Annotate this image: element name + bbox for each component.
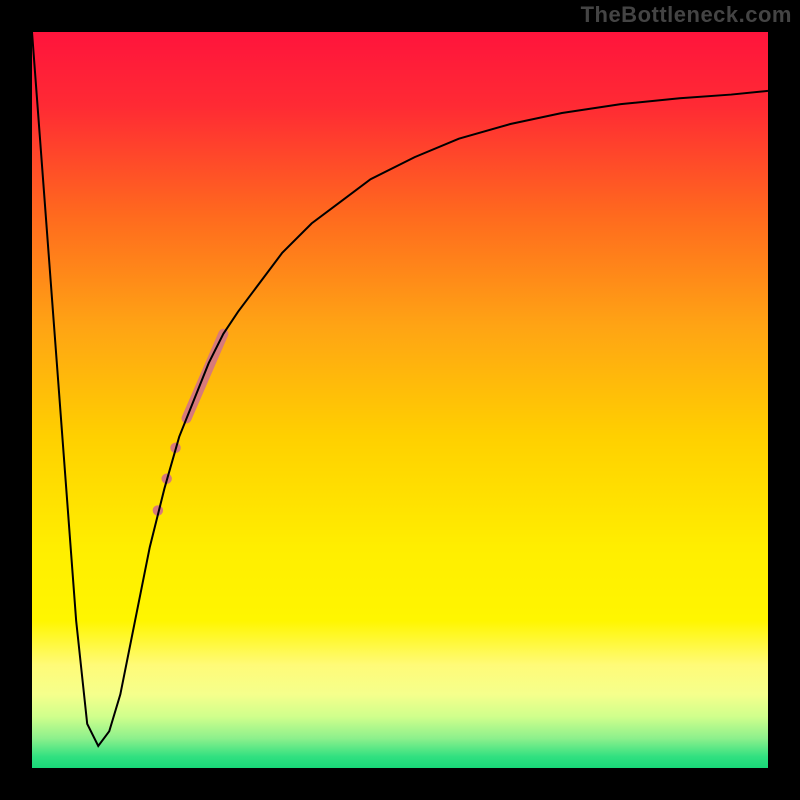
watermark-text: TheBottleneck.com [581,2,792,28]
chart-frame: TheBottleneck.com [0,0,800,800]
bottleneck-curve [32,32,768,746]
plot-area [32,32,768,768]
curve-layer [32,32,768,768]
